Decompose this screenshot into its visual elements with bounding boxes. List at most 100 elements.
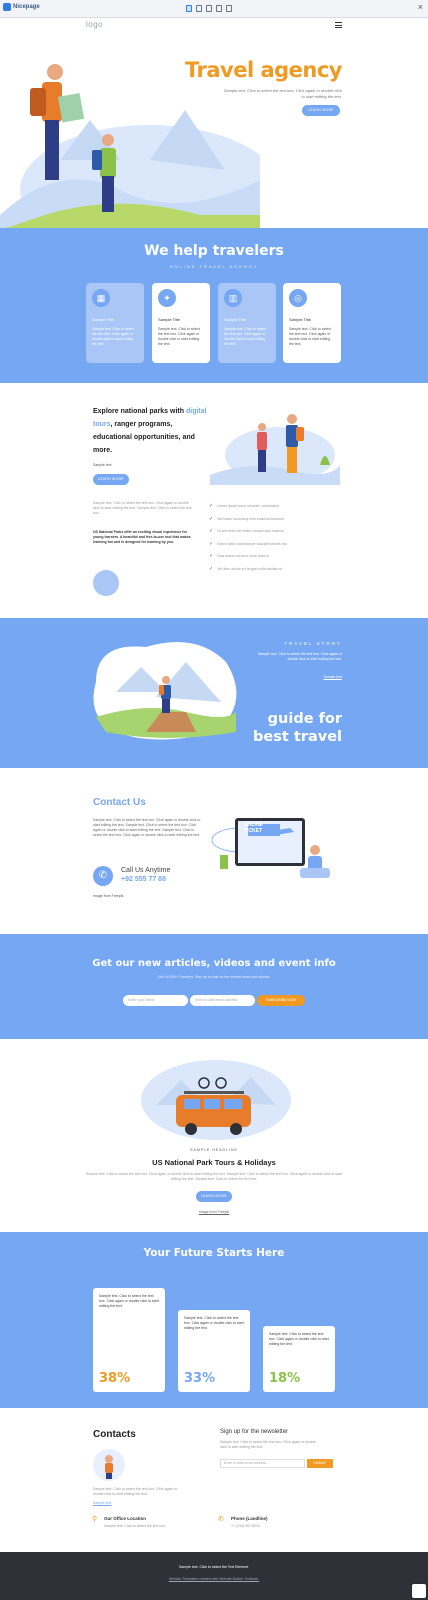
hero-learn-more-button[interactable]: LEARN MORE — [302, 105, 340, 116]
footer-text: Sample text. Click to select the Text El… — [179, 1565, 249, 1569]
desktop-icon[interactable] — [186, 5, 192, 12]
site-logo[interactable]: logo — [86, 20, 103, 29]
close-icon[interactable]: × — [418, 2, 423, 12]
check-icon: ✓ — [209, 503, 214, 509]
van-illustration — [141, 1060, 291, 1140]
hikers-illustration — [210, 414, 340, 485]
laptop-icon[interactable] — [196, 5, 202, 12]
stat-value: 33% — [184, 1371, 216, 1386]
image-credit[interactable]: Image from Freepik — [93, 894, 123, 899]
check-item: ✓ Sed diam nonummy nibh euismod tincidunt — [209, 516, 339, 522]
story-label: TRAVEL STORY — [284, 641, 342, 646]
check-item-label: Duis autem vel eum iriure dolor in — [217, 554, 270, 558]
card-text: Sample text. Click to select the text bo… — [289, 327, 332, 346]
contact-title: Contact Us — [93, 797, 146, 808]
tours-image-credit[interactable]: Image from Freepik — [0, 1210, 428, 1214]
contact-phone[interactable]: +92 555 77 88 — [121, 876, 166, 883]
signup-submit-button[interactable]: SUBMIT — [307, 1459, 333, 1468]
check-item-label: Ut wisi enim ad minim veniam quis nostru… — [217, 529, 284, 533]
office-label: Our Office Location — [104, 1516, 147, 1521]
card-title: Sample Title — [224, 317, 247, 322]
check-item-label: Sed diam nonummy nibh euismod tincidunt — [217, 516, 285, 521]
feature-card[interactable]: ▥ Sample Title Sample text. Click to sel… — [218, 283, 276, 363]
decorative-circle — [93, 570, 119, 596]
device-switcher — [186, 5, 232, 12]
check-item: ✓ Vel illum dolore eu feugiat nulla facil… — [209, 566, 339, 572]
help-section: We help travelers ONLINE TRAVEL AGENCY — [0, 228, 428, 383]
globe-icon: ◎ — [289, 289, 307, 307]
check-item-label: Exerci tation ullamcorper suscipit lobor… — [217, 541, 287, 546]
location-pin-icon: ⚲ — [92, 1516, 98, 1523]
contacts-avatar — [93, 1449, 125, 1481]
contacts-link[interactable]: Sample text — [93, 1501, 111, 1506]
explore-learn-more-button[interactable]: LEARN MORE — [93, 474, 129, 485]
check-item: ✓ Exerci tation ullamcorper suscipit lobo… — [209, 541, 339, 547]
hero-title: Travel agency — [184, 58, 343, 82]
check-item: ✓ Ut wisi enim ad minim veniam quis nostr… — [209, 528, 339, 534]
hamburger-icon[interactable] — [335, 22, 342, 28]
signup-title: Sign up for the newsletter — [220, 1429, 289, 1435]
contact-text: Sample text. Click to select the text bo… — [93, 818, 201, 837]
stat-text: Sample text. Click to select the text bo… — [269, 1332, 329, 1346]
phone-text: +1 (234) 567-8910 — [231, 1524, 260, 1528]
phone-icon: ✆ — [218, 1516, 224, 1523]
brand-label: Nicepage — [13, 4, 40, 10]
story-title: guide for best travel — [253, 710, 342, 746]
map-icon: ▦ — [92, 289, 110, 307]
stat-text: Sample text. Click to select the text bo… — [99, 1294, 159, 1308]
check-icon: ✓ — [209, 553, 214, 559]
tours-label: SAMPLE HEADLINE — [190, 1148, 238, 1152]
stat-card: Sample text. Click to select the text bo… — [263, 1326, 335, 1392]
help-subtitle: ONLINE TRAVEL AGENCY — [169, 264, 259, 269]
check-icon: ✓ — [209, 565, 214, 572]
phone-icon[interactable] — [216, 5, 222, 12]
stat-value: 38% — [99, 1371, 131, 1386]
phone-small-icon[interactable] — [226, 5, 232, 12]
traveler-avatar-icon — [105, 1455, 113, 1479]
preview-toolbar: Nicepage × — [0, 0, 428, 18]
stat-card: Sample text. Click to select the text bo… — [93, 1288, 165, 1392]
call-label: Call Us Anytime — [121, 867, 171, 874]
card-text: Sample text. Click to select the text bo… — [158, 327, 201, 346]
help-title: We help travelers — [144, 243, 284, 259]
card-title: Sample Title — [289, 317, 312, 322]
explore-small-text: Sample text — [93, 463, 112, 467]
email-input[interactable]: Enter a valid email address — [190, 995, 255, 1006]
story-title-line: best travel — [253, 729, 342, 745]
tablet-icon[interactable] — [206, 5, 212, 12]
feature-card[interactable]: ✦ Sample Title Sample text. Click to sel… — [152, 283, 210, 363]
story-link[interactable]: Sample text — [324, 675, 342, 679]
card-title: Sample Title — [158, 317, 181, 322]
contacts-text: Sample text. Click to select the text bo… — [93, 1487, 178, 1496]
explore-heading: Explore national parks with digital tour… — [93, 405, 208, 457]
feature-card[interactable]: ◎ Sample Title Sample text. Click to sel… — [283, 283, 341, 363]
subscribe-button[interactable]: SUBSCRIBE NOW — [257, 995, 305, 1006]
footer: Sample text. Click to select the Text El… — [0, 1552, 428, 1600]
card-text: Sample text. Click to select the text bo… — [92, 327, 135, 346]
tours-learn-more-button[interactable]: LEARN MORE — [196, 1191, 232, 1202]
signup-text: Sample text. Click to select the text bo… — [220, 1440, 316, 1449]
stat-value: 18% — [269, 1371, 301, 1386]
brand-logo[interactable]: Nicepage — [3, 3, 40, 11]
traveler-illustration — [93, 642, 237, 740]
signup-email-input[interactable]: Enter a valid email address — [220, 1459, 305, 1468]
check-icon: ✓ — [209, 540, 214, 547]
feature-card[interactable]: ▦ Sample Title Sample text. Click to sel… — [86, 283, 144, 363]
stat-card: Sample text. Click to select the text bo… — [178, 1310, 250, 1392]
explore-bold-paragraph: US National Parks offer an exciting visu… — [93, 530, 191, 544]
brand-icon — [3, 3, 11, 11]
name-input[interactable]: Enter your Name — [123, 995, 188, 1006]
contacts-title: Contacts — [93, 1429, 136, 1440]
check-item: ✓ Lorem ipsum dolor sit amet, consectetur — [209, 503, 339, 509]
newsletter-subtitle: Join 40,000+ Travelers. Stay up to date … — [157, 975, 271, 979]
tours-text: Sample text. Click to select the text bo… — [86, 1172, 343, 1181]
tours-title: US National Park Tours & Holidays — [152, 1158, 276, 1167]
card-title: Sample Title — [92, 317, 115, 322]
recaptcha-badge[interactable] — [412, 1584, 426, 1598]
stat-text: Sample text. Click to select the text bo… — [184, 1316, 244, 1330]
check-item-label: Lorem ipsum dolor sit amet, consectetur — [217, 504, 280, 508]
story-title-line: guide for — [267, 711, 342, 727]
footer-credit-link[interactable]: Website Templates created with Website B… — [0, 1577, 428, 1581]
check-list: ✓ Lorem ipsum dolor sit amet, consectetur… — [209, 503, 339, 578]
explore-paragraph: Sample text. Click to select the text bo… — [93, 501, 192, 515]
